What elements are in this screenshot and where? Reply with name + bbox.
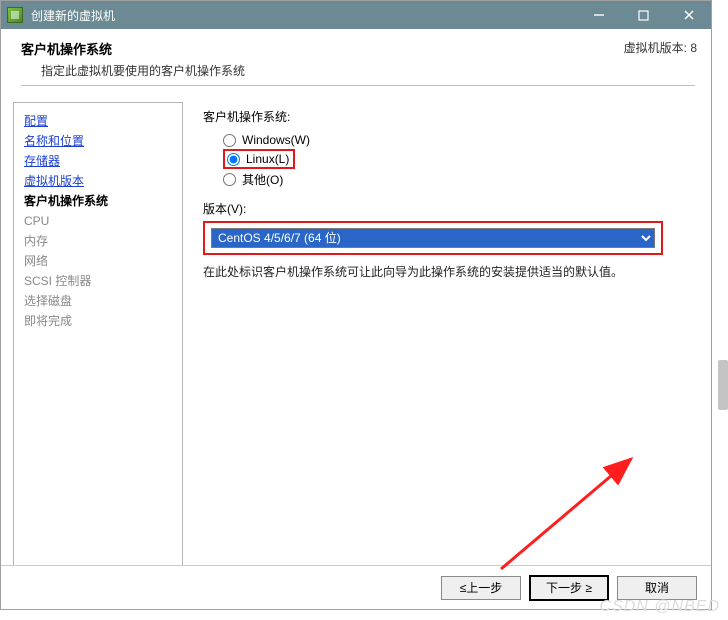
sidebar-item-scsi: SCSI 控制器 [24,274,91,288]
wizard-steps-sidebar: 配置 名称和位置 存储器 虚拟机版本 客户机操作系统 CPU 内存 网络 SCS… [13,102,183,582]
minimize-icon [593,9,605,21]
sidebar-item-memory: 内存 [24,234,48,248]
highlight-linux: Linux(L) [223,149,295,169]
window-controls [576,1,711,29]
wizard-window: 创建新的虚拟机 客户机操作系统 指定此虚拟机要使用的客户机操作系统 虚拟机版本:… [0,0,712,610]
radio-linux[interactable]: Linux(L) [227,152,289,166]
page-scrollbar-thumb[interactable] [718,360,728,410]
window-title: 创建新的虚拟机 [31,7,576,24]
radio-windows-label: Windows(W) [242,133,310,147]
sidebar-item-network: 网络 [24,254,48,268]
header-divider [21,85,695,86]
close-icon [683,9,695,21]
version-label: 版本(V): [203,200,691,217]
maximize-button[interactable] [621,1,666,29]
sidebar-item-name-location[interactable]: 名称和位置 [24,134,84,148]
radio-windows-input[interactable] [223,134,236,147]
radio-other-input[interactable] [223,173,236,186]
guest-os-hint: 在此处标识客户机操作系统可让此向导为此操作系统的安装提供适当的默认值。 [203,263,691,280]
page-subtitle: 指定此虚拟机要使用的客户机操作系统 [21,62,695,79]
wizard-main: 客户机操作系统: Windows(W) Linux(L) 其他(O) [183,94,711,592]
radio-other-label: 其他(O) [242,171,283,188]
radio-linux-input[interactable] [227,153,240,166]
sidebar-item-ready: 即将完成 [24,314,72,328]
guest-os-label: 客户机操作系统: [203,108,691,125]
app-icon [7,7,23,23]
wizard-body: 配置 名称和位置 存储器 虚拟机版本 客户机操作系统 CPU 内存 网络 SCS… [1,94,711,592]
sidebar-item-storage[interactable]: 存储器 [24,154,60,168]
sidebar-item-config[interactable]: 配置 [24,114,48,128]
sidebar-item-cpu: CPU [24,214,49,228]
maximize-icon [638,10,649,21]
vm-version-info: 虚拟机版本: 8 [624,39,697,56]
page-title: 客户机操作系统 [21,39,695,58]
version-select[interactable]: CentOS 4/5/6/7 (64 位) [211,228,655,248]
next-button[interactable]: 下一步 ≥ [529,575,609,601]
wizard-header: 客户机操作系统 指定此虚拟机要使用的客户机操作系统 虚拟机版本: 8 [1,29,711,94]
radio-linux-label: Linux(L) [246,152,289,166]
highlight-version-select: CentOS 4/5/6/7 (64 位) [203,221,663,255]
sidebar-item-vm-version[interactable]: 虚拟机版本 [24,174,84,188]
wizard-footer: ≤上一步 下一步 ≥ 取消 [1,565,711,609]
radio-windows[interactable]: Windows(W) [223,131,691,149]
guest-os-radio-group: Windows(W) Linux(L) 其他(O) [223,131,691,190]
close-button[interactable] [666,1,711,29]
radio-other[interactable]: 其他(O) [223,169,691,190]
minimize-button[interactable] [576,1,621,29]
sidebar-item-guest-os: 客户机操作系统 [24,194,108,208]
sidebar-item-select-disk: 选择磁盘 [24,294,72,308]
titlebar: 创建新的虚拟机 [1,1,711,29]
back-button[interactable]: ≤上一步 [441,576,521,600]
cancel-button[interactable]: 取消 [617,576,697,600]
